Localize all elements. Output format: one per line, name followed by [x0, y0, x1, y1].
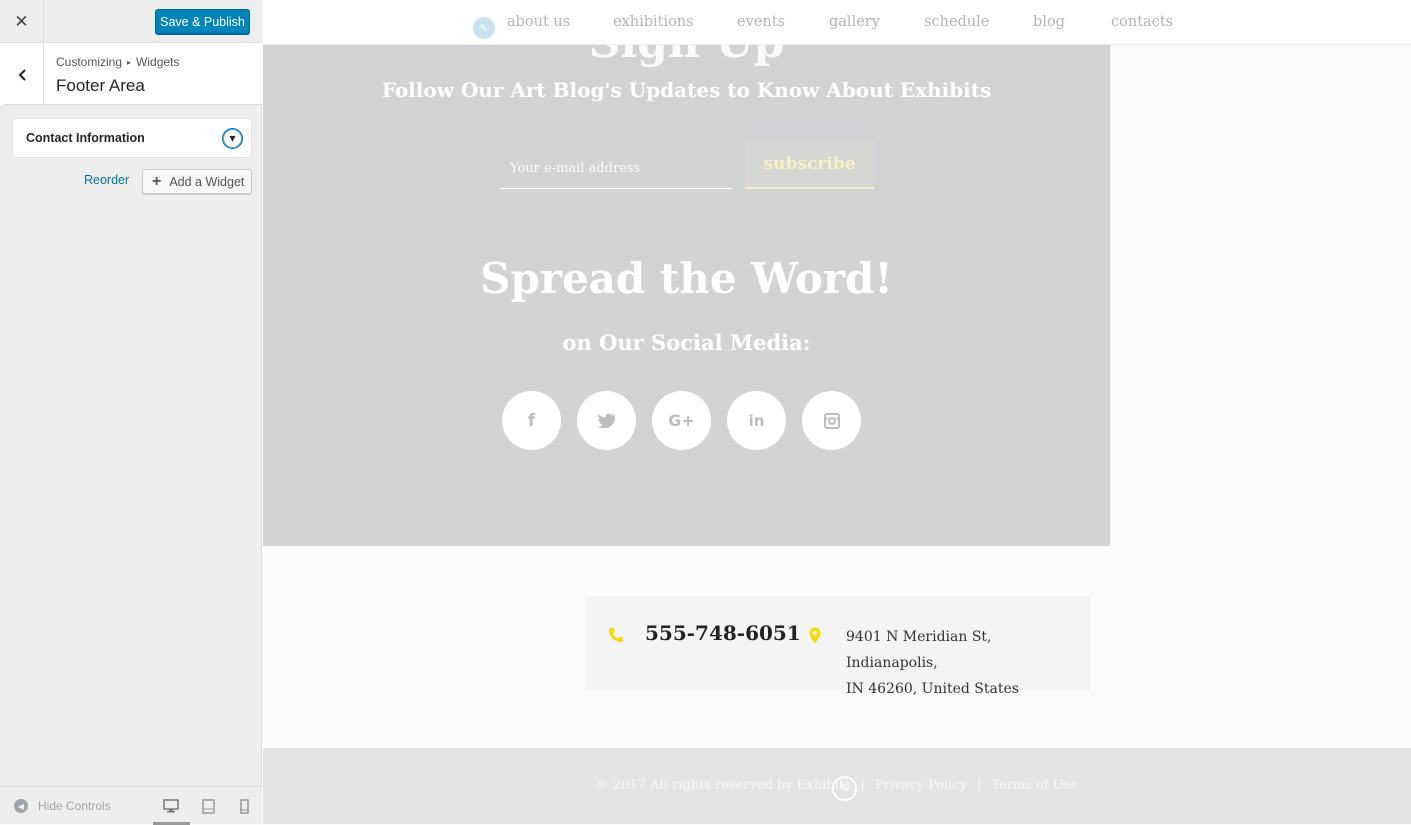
contact-phone: 555-748-6051: [645, 621, 801, 645]
customizer-footer: ◀ Hide Controls: [0, 786, 262, 825]
collapse-icon: ◀: [14, 799, 28, 813]
site-preview: Sign Up Follow Our Art Blog's Updates to…: [263, 0, 1411, 824]
facebook-glyph: f: [527, 410, 536, 431]
breadcrumb: Customizing ▸ Widgets: [56, 55, 179, 69]
email-input[interactable]: [500, 149, 732, 189]
copyright-text: © 2017 All rights reserved by Exhibits: [595, 778, 851, 793]
phone-icon: [609, 628, 623, 642]
edit-shortcut-icon[interactable]: ✎: [832, 776, 857, 801]
chevron-left-icon: [18, 68, 26, 81]
footer-separator: |: [976, 778, 982, 793]
google-plus-glyph: G+: [668, 411, 695, 430]
contact-address: 9401 N Meridian St, Indianapolis, IN 462…: [846, 624, 1081, 702]
plus-icon: +: [152, 172, 162, 190]
back-button[interactable]: [0, 44, 44, 105]
widget-contact-information[interactable]: Contact Information ▼: [12, 118, 252, 158]
close-customizer-button[interactable]: ✕: [0, 0, 44, 43]
privacy-policy-link[interactable]: Privacy Policy: [875, 778, 967, 793]
breadcrumb-current: Widgets: [136, 55, 180, 69]
hide-controls-label: Hide Controls: [38, 799, 111, 813]
add-widget-button[interactable]: + Add a Widget: [142, 169, 252, 194]
terms-of-use-link[interactable]: Terms of Use: [991, 778, 1078, 793]
mobile-icon: [239, 798, 249, 814]
address-line-2: IN 46260, United States: [846, 681, 1019, 697]
twitter-glyph: [597, 413, 615, 428]
twitter-icon[interactable]: [577, 391, 636, 450]
facebook-icon[interactable]: f: [502, 391, 561, 450]
tablet-icon: [201, 798, 215, 814]
desktop-preview-button[interactable]: [160, 795, 182, 817]
instagram-glyph: [823, 412, 840, 429]
site-nav: ✎ about us exhibitions events gallery sc…: [263, 0, 1411, 45]
hero-section: Sign Up Follow Our Art Blog's Updates to…: [263, 0, 1110, 546]
close-icon: ✕: [14, 11, 29, 32]
footer-separator: |: [860, 778, 866, 793]
save-publish-button[interactable]: Save & Publish: [155, 9, 250, 34]
nav-schedule[interactable]: schedule: [924, 14, 989, 30]
breadcrumb-separator: ▸: [127, 58, 132, 67]
google-plus-icon[interactable]: G+: [652, 391, 711, 450]
hide-controls-button[interactable]: ◀ Hide Controls: [14, 799, 111, 813]
nav-gallery[interactable]: gallery: [829, 14, 880, 30]
edit-shortcut-icon[interactable]: ✎: [473, 17, 495, 39]
contact-information-widget: 555-748-6051 9401 N Meridian St, Indiana…: [585, 596, 1090, 697]
arrow-down-icon[interactable]: ▼: [222, 128, 243, 149]
signup-subheading: Follow Our Art Blog's Updates to Know Ab…: [381, 78, 992, 102]
tablet-preview-button[interactable]: [197, 795, 219, 817]
site-footer: © 2017 All rights reserved by Exhibits | P…: [263, 748, 1411, 824]
nav-exhibitions[interactable]: exhibitions: [613, 14, 694, 30]
map-pin-icon: [809, 627, 821, 644]
mobile-preview-button[interactable]: [233, 795, 255, 817]
add-widget-label: Add a Widget: [169, 174, 245, 189]
widget-title: Contact Information: [26, 131, 145, 145]
nav-contacts[interactable]: contacts: [1111, 14, 1173, 30]
linkedin-icon[interactable]: in: [727, 391, 786, 450]
customizer-sidebar: ✕ Save & Publish Customizing ▸ Widgets Foo…: [0, 0, 262, 825]
nav-events[interactable]: events: [737, 14, 785, 30]
address-line-1: 9401 N Meridian St, Indianapolis,: [846, 629, 992, 671]
subscribe-button[interactable]: subscribe: [745, 140, 874, 189]
nav-blog[interactable]: blog: [1033, 14, 1065, 30]
desktop-icon: [163, 799, 179, 813]
nav-about-us[interactable]: about us: [507, 14, 570, 30]
customizer-header: ✕ Save & Publish: [0, 0, 262, 43]
breadcrumb-root: Customizing: [56, 55, 123, 69]
spread-title: Spread the Word!: [480, 254, 893, 303]
reorder-link[interactable]: Reorder: [84, 173, 129, 187]
social-subtitle: on Our Social Media:: [562, 330, 811, 355]
section-header: Customizing ▸ Widgets Footer Area: [0, 43, 262, 105]
linkedin-glyph: in: [748, 411, 765, 430]
instagram-icon[interactable]: [802, 391, 861, 450]
section-title: Footer Area: [56, 76, 145, 95]
